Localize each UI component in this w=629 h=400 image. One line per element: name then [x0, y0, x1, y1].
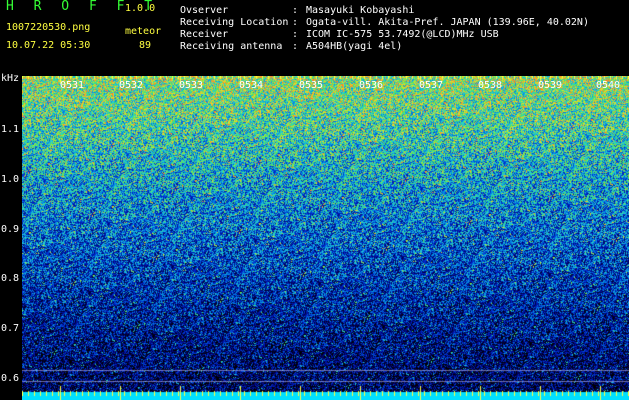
app-version: 1.0.0 [125, 3, 156, 14]
time-label: 0534 [239, 80, 264, 91]
colon: : [292, 5, 299, 16]
location-value: Ogata-vill. Akita-Pref. JAPAN (139.96E, … [306, 17, 589, 28]
y-tick-label: 1.0 [1, 174, 20, 185]
location-label: Receiving Location [180, 17, 289, 28]
mode-label: meteor [125, 26, 162, 37]
time-label: 0531 [60, 80, 85, 91]
time-label: 0538 [478, 80, 503, 91]
colon: : [292, 41, 299, 52]
y-tick-label: 0.7 [1, 323, 20, 334]
time-label: 0536 [359, 80, 384, 91]
y-tick-label: 1.1 [1, 124, 20, 135]
y-tick-label: 0.6 [1, 373, 20, 384]
y-tick-label: 0.8 [1, 273, 20, 284]
file-name: 1007220530.png [6, 22, 91, 33]
meteor-count: 89 [139, 40, 152, 51]
time-label: 0539 [538, 80, 563, 91]
y-tick-label: 0.9 [1, 224, 20, 235]
colon: : [292, 29, 299, 40]
time-label: 0540 [596, 80, 621, 91]
time-label: 0535 [299, 80, 324, 91]
header-panel: H R O F F T 1.0.0 1007220530.png meteor … [0, 0, 629, 76]
frequency-unit-label: kHz [1, 73, 20, 84]
time-label: 0537 [419, 80, 444, 91]
receiver-label: Receiver [180, 29, 229, 40]
receiver-value: ICOM IC-575 53.7492(@LCD)MHz USB [306, 29, 499, 40]
colon: : [292, 17, 299, 28]
observer-label: Ovserver [180, 5, 229, 16]
time-label: 0532 [119, 80, 144, 91]
observer-value: Masayuki Kobayashi [306, 5, 415, 16]
spectrogram-waterfall [22, 76, 629, 400]
antenna-label: Receiving antenna [180, 41, 283, 52]
antenna-value: A504HB(yagi 4el) [306, 41, 403, 52]
capture-datetime: 10.07.22 05:30 [6, 40, 91, 51]
time-label: 0533 [179, 80, 204, 91]
